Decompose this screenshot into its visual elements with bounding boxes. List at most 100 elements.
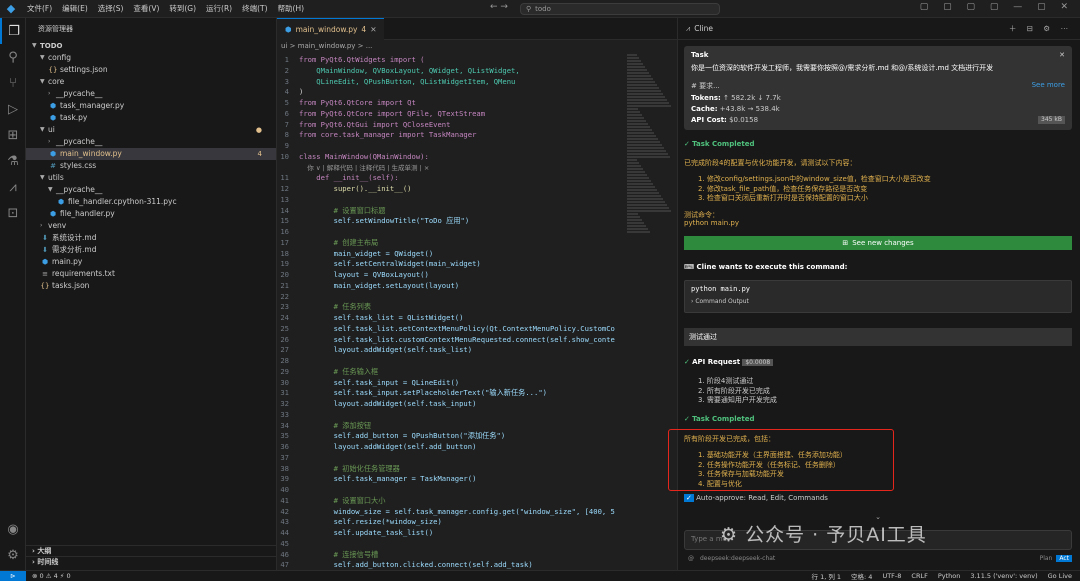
tree-item[interactable]: › __pycache__	[26, 88, 276, 100]
code-line[interactable]: 8 from core.task_manager import TaskManag…	[277, 130, 623, 141]
search-activity-icon[interactable]: ⚲	[0, 44, 26, 70]
code-line[interactable]: 42 window_size = self.task_manager.confi…	[277, 507, 623, 518]
code-line[interactable]: 18 main_widget = QWidget()	[277, 249, 623, 260]
tree-item[interactable]: ⬢ file_handler.py	[26, 208, 276, 220]
line-ending[interactable]: CRLF	[911, 572, 927, 580]
chat-input[interactable]: Type a me	[684, 530, 1072, 550]
cline-icon[interactable]: ⩘	[0, 174, 26, 200]
cursor-position[interactable]: 行 1, 列 1	[812, 571, 842, 581]
close-icon[interactable]: ✕	[370, 19, 376, 41]
checkbox-icon[interactable]: ✓	[684, 494, 694, 502]
plan-toggle[interactable]: Plan	[1040, 555, 1053, 562]
code-line[interactable]: 21 main_widget.setLayout(layout)	[277, 281, 623, 292]
tree-item[interactable]: ⬢ main.py	[26, 256, 276, 268]
code-line[interactable]: 36 layout.addWidget(self.add_button)	[277, 442, 623, 453]
menu-item[interactable]: 终端(T)	[237, 0, 272, 18]
outline-section[interactable]: › 大纲	[26, 545, 277, 556]
code-line[interactable]: 25 self.task_list.setContextMenuPolicy(Q…	[277, 324, 623, 335]
api-request-row[interactable]: ✓ API Request $0.0008	[684, 358, 1072, 366]
code-line[interactable]: 16	[277, 227, 623, 238]
indent-setting[interactable]: 空格: 4	[851, 571, 872, 581]
panel-actions[interactable]: ＋ ⊟ ⚙ ⋯	[1009, 23, 1072, 34]
code-line[interactable]: 46 # 连接信号槽	[277, 550, 623, 561]
command-output-toggle[interactable]: › Command Output	[691, 298, 1065, 305]
run-debug-icon[interactable]: ▷	[0, 96, 26, 122]
minimap[interactable]	[623, 53, 677, 570]
code-line[interactable]: 11 def __init__(self):	[277, 173, 623, 184]
encoding[interactable]: UTF-8	[882, 572, 901, 580]
code-line[interactable]: 24 self.task_list = QListWidget()	[277, 313, 623, 324]
code-line[interactable]: 29 # 任务输入框	[277, 367, 623, 378]
window-controls[interactable]: ▢ ▢ ▢ ▢ — ▢ ✕	[920, 2, 1074, 12]
tree-item[interactable]: ▼ core	[26, 76, 276, 88]
code-line[interactable]: 32 layout.addWidget(self.task_input)	[277, 399, 623, 410]
explorer-icon[interactable]: ❐	[0, 18, 26, 44]
code-line[interactable]: 31 self.task_input.setPlaceholderText("输…	[277, 388, 623, 399]
menu-item[interactable]: 运行(R)	[201, 0, 237, 18]
code-line[interactable]: 37	[277, 453, 623, 464]
account-icon[interactable]: ◉	[0, 516, 26, 542]
tree-item[interactable]: ⬢ task.py	[26, 112, 276, 124]
tree-item[interactable]: ≡ requirements.txt	[26, 268, 276, 280]
code-line[interactable]: 34 # 添加按钮	[277, 421, 623, 432]
tree-item[interactable]: {} tasks.json	[26, 280, 276, 292]
tree-item[interactable]: ⬢ task_manager.py	[26, 100, 276, 112]
code-line[interactable]: 35 self.add_button = QPushButton("添加任务")	[277, 431, 623, 442]
close-task-icon[interactable]: ✕	[1059, 51, 1065, 59]
see-changes-button[interactable]: ⊞ See new changes	[684, 236, 1072, 250]
menu-item[interactable]: 帮助(H)	[273, 0, 310, 18]
menu-item[interactable]: 选择(S)	[93, 0, 129, 18]
code-line[interactable]: 30 self.task_input = QLineEdit()	[277, 378, 623, 389]
problems-count[interactable]: ⊗ 0 ⚠ 4 ⚡ 0	[32, 572, 71, 580]
code-line[interactable]: 22	[277, 292, 623, 303]
code-line[interactable]: 43 self.resize(*window_size)	[277, 517, 623, 528]
code-line[interactable]: 38 # 初始化任务管理器	[277, 464, 623, 475]
scroll-down-icon[interactable]: ⌄	[684, 513, 1072, 521]
code-line[interactable]: 33	[277, 410, 623, 421]
tree-item[interactable]: ▼ ui ●	[26, 124, 276, 136]
code-line[interactable]: 12 super().__init__()	[277, 184, 623, 195]
tree-item[interactable]: ⬢ file_handler.cpython-311.pyc	[26, 196, 276, 208]
model-selector[interactable]: deepseek:deepseek-chat	[700, 555, 775, 562]
tab-main-window[interactable]: ⬢ main_window.py 4 ✕	[277, 18, 385, 41]
tree-item[interactable]: ▼ __pycache__	[26, 184, 276, 196]
menu-item[interactable]: 转到(G)	[164, 0, 201, 18]
source-control-icon[interactable]: ⑂	[0, 70, 26, 96]
remote-indicator-icon[interactable]: ⊳	[0, 570, 26, 581]
tree-item[interactable]: ▼ config	[26, 52, 276, 64]
breadcrumb[interactable]: ui > main_window.py > ...	[277, 40, 677, 53]
tree-item[interactable]: ⬇ 系统设计.md	[26, 232, 276, 244]
code-line[interactable]: 19 self.setCentralWidget(main_widget)	[277, 259, 623, 270]
language-mode[interactable]: Python	[938, 572, 961, 580]
code-line[interactable]: 23 # 任务列表	[277, 302, 623, 313]
code-line[interactable]: 17 # 创建主布局	[277, 238, 623, 249]
tree-root[interactable]: ▼ TODO	[26, 40, 276, 52]
menu-item[interactable]: 编辑(E)	[57, 0, 93, 18]
code-line[interactable]: 15 self.setWindowTitle("ToDo 应用")	[277, 216, 623, 227]
act-toggle[interactable]: Act	[1056, 555, 1072, 562]
code-line[interactable]: 1 from PyQt6.QtWidgets import (	[277, 55, 623, 66]
code-line[interactable]: 40	[277, 485, 623, 496]
code-line[interactable]: 6 from PyQt6.QtCore import QFile, QTextSt…	[277, 109, 623, 120]
settings-gear-icon[interactable]: ⚙	[0, 542, 26, 568]
code-line[interactable]: 28	[277, 356, 623, 367]
code-line[interactable]: 7 from PyQt6.QtGui import QCloseEvent	[277, 120, 623, 131]
code-line[interactable]: 39 self.task_manager = TaskManager()	[277, 474, 623, 485]
tree-item[interactable]: ⬇ 需求分析.md	[26, 244, 276, 256]
code-line[interactable]: 26 self.task_list.customContextMenuReque…	[277, 335, 623, 346]
code-line[interactable]: 5 from PyQt6.QtCore import Qt	[277, 98, 623, 109]
tree-item[interactable]: ▼ utils	[26, 172, 276, 184]
code-line[interactable]: 13	[277, 195, 623, 206]
see-more-link[interactable]: See more	[1032, 81, 1065, 91]
code-editor[interactable]: 1 from PyQt6.QtWidgets import (2 QMainWin…	[277, 55, 623, 570]
at-icon[interactable]: @	[688, 555, 694, 562]
code-line[interactable]: 9	[277, 141, 623, 152]
command-center-search[interactable]: ⚲ todo	[520, 3, 720, 15]
code-line[interactable]: 10 class MainWindow(QMainWindow):	[277, 152, 623, 163]
code-line[interactable]: 2 QMainWindow, QVBoxLayout, QWidget, QLi…	[277, 66, 623, 77]
tree-item[interactable]: ⬢ main_window.py 4	[26, 148, 276, 160]
tree-item[interactable]: › __pycache__	[26, 136, 276, 148]
go-live-button[interactable]: Go Live	[1048, 572, 1072, 580]
code-line[interactable]: 41 # 设置窗口大小	[277, 496, 623, 507]
testing-icon[interactable]: ⚗	[0, 148, 26, 174]
